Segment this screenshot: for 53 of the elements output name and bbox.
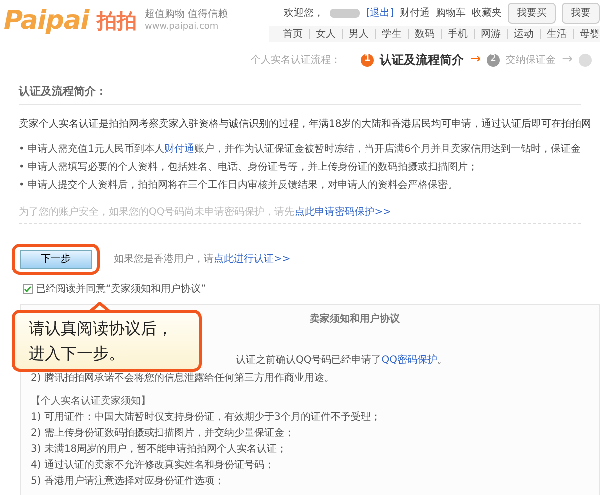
notice-item: 2) 需上传身份证数码拍摄或扫描图片，并交纳少量保证金； xyxy=(31,426,296,440)
bullet-text: • 申请人提交个人资料后，拍拍网将在三个工作日内审核并反馈结果，对申请人的资料会严格保密。 xyxy=(19,178,458,192)
step-title: 交纳保证金 xyxy=(506,54,556,68)
nav-link[interactable]: 运动 xyxy=(514,26,534,42)
security-note: 为了您的账户安全，如果您的QQ号码尚未申请密码保护，请先点此申请密码保护>> xyxy=(19,206,393,220)
header-link[interactable]: 购物车 xyxy=(436,6,466,21)
bullet-text: • 申请人需填写必要的个人资料，包括姓名、电话、身份证号等，并上传身份证的数码拍摄或扫描图片； xyxy=(19,160,478,174)
nav-link[interactable]: 数码 xyxy=(415,26,435,42)
header-button[interactable]: 我要买 xyxy=(508,3,556,24)
agree-label: 已经阅读并同意“卖家须知和用户协议” xyxy=(36,282,206,296)
checkbox[interactable] xyxy=(23,284,33,294)
header-link[interactable]: 财付通 xyxy=(400,6,430,21)
nav-link[interactable]: 网游 xyxy=(481,26,501,42)
callout: 请认真阅读协议后，进入下一步。 xyxy=(12,310,202,372)
notice-item: 3) 未满18周岁的用户，暂不能申请拍拍网个人实名认证； xyxy=(31,442,288,456)
notice-title: 【个人实名认证卖家须知】 xyxy=(31,394,152,408)
check-icon xyxy=(24,286,32,292)
header-link[interactable]: 收藏夹 xyxy=(472,6,502,21)
nav-link[interactable]: 学生 xyxy=(382,26,402,42)
inline-link[interactable]: 财付通 xyxy=(164,144,194,154)
logout-link[interactable]: [退出] xyxy=(366,6,394,21)
slogan: 超值购物 值得信赖 xyxy=(145,9,228,22)
logo-text: 拍拍 xyxy=(97,8,138,35)
agreement-text: 2) 腾讯拍拍网承诺不会将您的信息泄露给任何第三方用作商业用途。 xyxy=(31,372,336,384)
step-number: 2 xyxy=(487,54,500,66)
nav-link[interactable]: 男人 xyxy=(349,26,369,42)
hk-note: 如果您是香港用户，请点此进行认证>> xyxy=(114,252,291,266)
agreement-title: 卖家须知和用户协议 xyxy=(310,312,400,326)
arrow-icon: → xyxy=(470,50,482,70)
notice-item: 1) 可用证件：中国大陆暂时仅支持身份证，有效期少于3个月的证件不予受理； xyxy=(31,410,382,424)
security-link[interactable]: 点此申请密码保护>> xyxy=(294,206,392,218)
arrow-icon: → xyxy=(562,50,573,70)
qq-protect-link[interactable]: QQ密码保护 xyxy=(382,354,438,366)
step-number: 1 xyxy=(361,54,374,66)
nav-link[interactable]: 首页 xyxy=(283,26,303,42)
nav-link[interactable]: 母婴 xyxy=(580,26,600,42)
nav-link[interactable]: 手机 xyxy=(448,26,468,42)
site-url: www.paipai.com xyxy=(145,22,220,33)
hk-link[interactable]: 点此进行认证>> xyxy=(214,254,291,264)
nav-link[interactable]: 生活 xyxy=(547,26,567,42)
step-title: 认证及流程简介 xyxy=(380,52,464,69)
notice-item: 5) 香港用户请注意选择对应身份证件选项； xyxy=(31,474,226,488)
next-button[interactable]: 下一步 xyxy=(20,250,92,268)
section-title: 认证及流程简介： xyxy=(19,84,581,104)
welcome-text: 欢迎您， xyxy=(284,6,324,21)
intro-text: 卖家个人实名认证是拍拍网考察卖家入驻资格与诚信识别的过程，年满18岁的大陆和香港居民均可申请，通过认证后即可在拍拍网 xyxy=(19,118,592,132)
agreement-text: 认证之前确认QQ号码已经申请了QQ密码保护。 xyxy=(236,354,448,366)
username-blur xyxy=(330,9,360,18)
steps-label: 个人实名认证流程： xyxy=(251,54,342,68)
bullet-text: • 申请人需充值1元人民币到本人财付通账户，并作为认证保证金被暂时冻结，当开店满6个月并且卖家信用达到一钻时，保证金 xyxy=(19,142,581,156)
nav-link[interactable]: 女人 xyxy=(316,26,336,42)
notice-item: 4) 通过认证的卖家不允许修改真实姓名和身份证号码； xyxy=(31,458,276,472)
header-button[interactable]: 我要 xyxy=(562,3,600,24)
